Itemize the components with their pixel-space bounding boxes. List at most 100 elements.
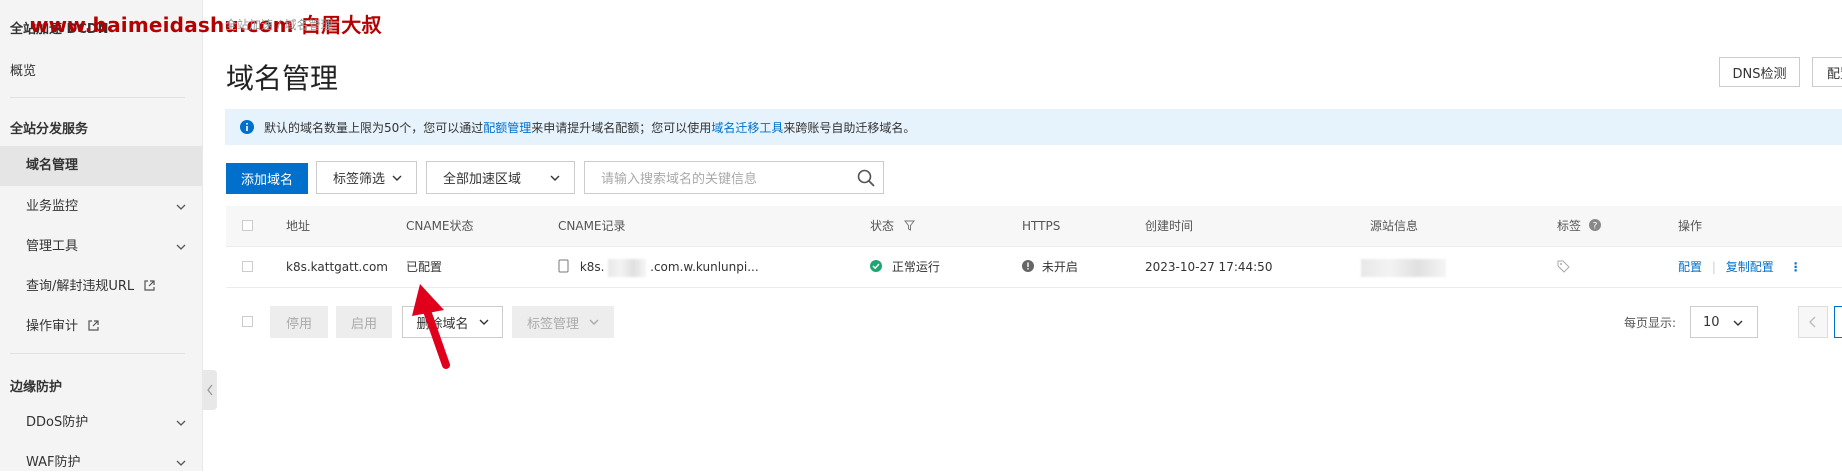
warning-circle-icon <box>1022 260 1034 272</box>
chevron-down-icon <box>176 204 186 210</box>
select-all-checkbox[interactable] <box>242 220 253 231</box>
col-status[interactable]: 状态 <box>870 206 915 246</box>
table-row: k8s.kattgatt.com 已配置 k8s. .com.w.kunlunp… <box>226 247 1842 288</box>
sidebar-item-ddos[interactable]: DDoS防护 <box>0 412 202 434</box>
page-size-value: 10 <box>1703 314 1720 330</box>
sidebar-item-monitoring[interactable]: 业务监控 <box>0 196 202 218</box>
tag-icon[interactable] <box>1557 260 1570 273</box>
col-address: 地址 <box>286 219 311 233</box>
cell-tags <box>1557 247 1570 287</box>
prev-page-button[interactable] <box>1798 306 1828 338</box>
breadcrumb: 全站加速 / 域名管理 <box>225 18 333 32</box>
cell-created: 2023-10-27 17:44:50 <box>1145 260 1273 274</box>
sidebar-item-label: 操作审计 <box>26 319 79 334</box>
chevron-down-icon <box>176 460 186 466</box>
page-title: 域名管理 <box>226 62 339 95</box>
bulk-select-checkbox[interactable] <box>242 316 253 327</box>
filter-icon[interactable] <box>903 220 915 231</box>
search-placeholder: 请输入搜索域名的关键信息 <box>601 172 758 187</box>
chevron-left-icon <box>207 384 213 396</box>
sidebar-item-label: 域名管理 <box>26 158 79 173</box>
notice-text: 来跨账号自助迁移域名。 <box>783 120 916 135</box>
quota-management-link[interactable]: 配额管理 <box>483 119 531 136</box>
cell-origin <box>1361 247 1446 287</box>
col-tags: 标签 ? <box>1557 206 1601 246</box>
cname-prefix: k8s. <box>579 260 605 274</box>
chevron-left-icon <box>1809 316 1816 328</box>
cell-ops: 配置 | 复制配置 ⋮ <box>1678 247 1802 287</box>
notice-text: 默认的域名数量上限为50个，您可以通过 <box>264 120 484 135</box>
col-status-label: 状态 <box>870 219 895 233</box>
per-page-label: 每页显示: <box>1624 316 1677 330</box>
cell-address[interactable]: k8s.kattgatt.com <box>286 247 388 287</box>
arrow-annotation <box>412 284 450 369</box>
redacted-block <box>608 258 647 277</box>
copy-icon[interactable] <box>558 259 570 273</box>
col-https: HTTPS <box>1022 219 1061 233</box>
info-icon <box>240 120 254 134</box>
notice-text: 来申请提升域名配额；您可以使用 <box>531 120 712 135</box>
svg-text:?: ? <box>1592 221 1597 231</box>
https-text: 未开启 <box>1041 260 1078 274</box>
redacted-block <box>1361 258 1446 277</box>
chevron-down-icon <box>550 175 560 181</box>
chevron-down-icon <box>1733 320 1743 326</box>
cell-status: 正常运行 <box>870 247 940 287</box>
sidebar-item-tools[interactable]: 管理工具 <box>0 236 202 258</box>
col-cname-status: CNAME状态 <box>406 219 474 233</box>
copy-config-link[interactable]: 复制配置 <box>1726 260 1774 274</box>
sidebar-section-edge: 边缘防护 <box>10 380 63 395</box>
col-ops: 操作 <box>1678 219 1703 233</box>
col-tags-label: 标签 <box>1557 219 1582 233</box>
enable-button[interactable]: 启用 <box>336 306 392 338</box>
tag-management-label: 标签管理 <box>526 316 579 332</box>
region-label: 全部加速区域 <box>443 172 522 187</box>
sidebar-divider <box>10 353 185 354</box>
cell-cname-record: k8s. .com.w.kunlunpi... <box>558 247 759 287</box>
search-icon[interactable] <box>857 169 875 187</box>
chevron-down-icon <box>176 420 186 426</box>
external-link-icon <box>144 280 155 291</box>
chevron-down-icon <box>479 319 488 325</box>
chevron-down-icon <box>589 319 599 325</box>
dns-check-button[interactable]: DNS检测 <box>1719 57 1800 87</box>
sidebar-item-domain-management[interactable]: 域名管理 <box>0 146 202 186</box>
col-cname-record: CNAME记录 <box>558 219 626 233</box>
ops-divider: | <box>1711 260 1716 274</box>
chevron-down-icon <box>176 244 186 250</box>
more-icon[interactable]: ⋮ <box>1790 260 1802 274</box>
sidebar-item-label: WAF防护 <box>26 455 81 470</box>
page-size-select[interactable]: 10 <box>1690 306 1758 338</box>
config-link[interactable]: 配置 <box>1678 260 1702 274</box>
check-circle-icon <box>870 260 882 272</box>
add-domain-button[interactable]: 添加域名 <box>226 163 308 194</box>
col-origin: 源站信息 <box>1370 219 1419 233</box>
table-header: 地址 CNAME状态 CNAME记录 状态 HTTPS 创建时间 源站信息 标签… <box>226 206 1842 247</box>
cname-suffix: .com.w.kunlunpi... <box>650 260 759 274</box>
sidebar-item-audit[interactable]: 操作审计 <box>0 316 202 338</box>
search-input[interactable]: 请输入搜索域名的关键信息 <box>584 161 884 194</box>
sidebar-item-url-query[interactable]: 查询/解封违规URL <box>0 276 202 298</box>
col-created: 创建时间 <box>1145 219 1194 233</box>
sidebar: 全站加速 DCDN 概览 全站分发服务 域名管理 业务监控 管理工具 查询/解封… <box>0 0 203 471</box>
current-page-button[interactable] <box>1834 306 1842 338</box>
row-checkbox[interactable] <box>242 261 253 272</box>
tag-management-dropdown[interactable]: 标签管理 <box>512 306 614 338</box>
sidebar-item-label: 业务监控 <box>26 199 79 214</box>
domain-migration-tool-link[interactable]: 域名迁移工具 <box>711 119 783 136</box>
sidebar-divider <box>10 97 185 98</box>
status-text: 正常运行 <box>891 260 940 274</box>
help-icon[interactable]: ? <box>1588 219 1601 231</box>
external-link-icon <box>88 320 99 331</box>
info-notice: 默认的域名数量上限为50个，您可以通过 配额管理 来申请提升域名配额；您可以使用… <box>225 109 1842 145</box>
region-select[interactable]: 全部加速区域 <box>426 161 575 194</box>
sidebar-item-overview[interactable]: 概览 <box>10 60 190 79</box>
config-button[interactable]: 配置 <box>1812 57 1842 87</box>
sidebar-collapse-handle[interactable] <box>203 370 217 410</box>
tag-filter-select[interactable]: 标签筛选 <box>316 161 417 194</box>
sidebar-item-label: 管理工具 <box>26 239 79 254</box>
chevron-down-icon <box>392 175 402 181</box>
tag-filter-label: 标签筛选 <box>333 172 386 187</box>
disable-button[interactable]: 停用 <box>270 306 328 338</box>
sidebar-section-acceleration: 全站分发服务 <box>10 122 89 137</box>
